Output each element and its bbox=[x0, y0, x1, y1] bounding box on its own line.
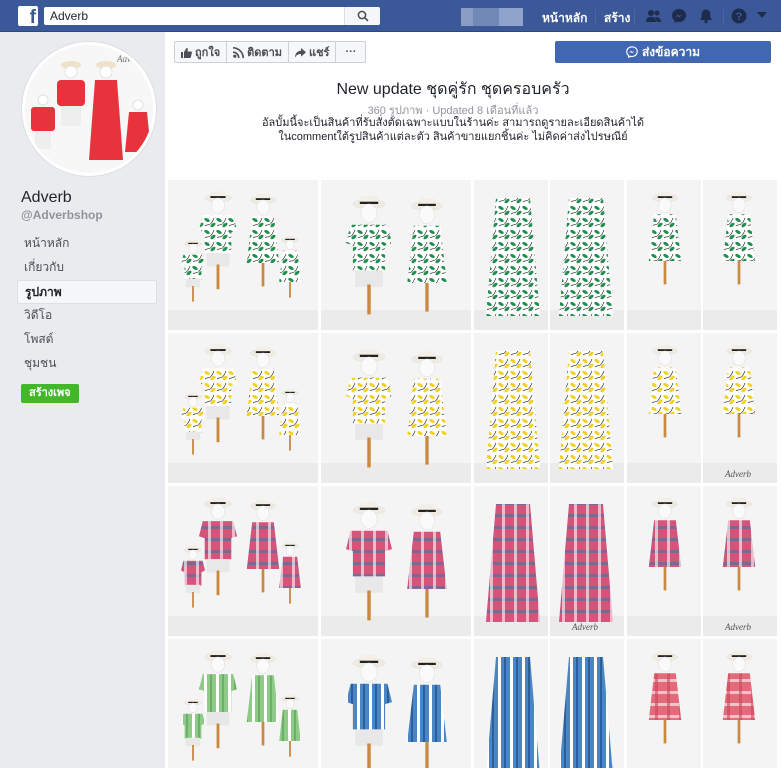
album-photo[interactable] bbox=[627, 639, 777, 768]
friend-requests-icon[interactable] bbox=[645, 8, 662, 24]
product-photo-image: Adverb bbox=[474, 486, 624, 636]
follow-button[interactable]: ติดตาม bbox=[226, 41, 289, 63]
product-photo-image bbox=[168, 333, 318, 483]
sidebar-item-about[interactable]: เกี่ยวกับ bbox=[17, 256, 157, 280]
album-main: ถูกใจ ติดตาม แชร์ ··· ส่งข้อความ New upd… bbox=[165, 32, 781, 768]
share-arrow-icon bbox=[295, 47, 306, 58]
share-label: แชร์ bbox=[309, 47, 330, 59]
product-photo-image: Adverb bbox=[627, 486, 777, 636]
sidebar-item-photos[interactable]: รูปภาพ bbox=[17, 280, 157, 304]
nav-create-link[interactable]: สร้าง bbox=[604, 9, 630, 28]
search-icon bbox=[357, 10, 369, 22]
share-button[interactable]: แชร์ bbox=[288, 41, 337, 63]
thumbs-up-icon bbox=[181, 47, 192, 58]
create-page-button[interactable]: สร้างเพจ bbox=[21, 384, 79, 403]
help-icon[interactable]: ? bbox=[731, 8, 747, 24]
album-photo[interactable]: Adverb bbox=[627, 486, 777, 636]
family-outfits-image: Adverb bbox=[25, 45, 153, 173]
album-photo[interactable] bbox=[168, 486, 318, 636]
photo-watermark: Adverb bbox=[724, 622, 751, 632]
like-label: ถูกใจ bbox=[195, 47, 221, 59]
album-photo[interactable] bbox=[321, 639, 471, 768]
product-photo-image bbox=[321, 333, 471, 483]
page-sidebar: Adverb Adverb @Adverbshop หน้าหลัก เกี่ย… bbox=[0, 32, 165, 768]
svg-text:Adverb: Adverb bbox=[116, 54, 143, 64]
search-bar[interactable]: Adverb bbox=[44, 7, 380, 25]
messenger-icon bbox=[626, 46, 638, 58]
album-description: อัลบั้มนี้จะเป็นสินค้าที่รับสั่งตัดเฉพาะ… bbox=[145, 116, 761, 144]
page-nav: หน้าหลัก เกี่ยวกับ รูปภาพ วิดีโอ โพสต์ ช… bbox=[17, 232, 157, 376]
product-photo-image bbox=[321, 180, 471, 330]
album-photo[interactable] bbox=[474, 639, 624, 768]
album-photo[interactable] bbox=[168, 639, 318, 768]
top-bar: f Adverb หน้าหลัก สร้าง ? bbox=[0, 0, 781, 32]
page-profile-picture[interactable]: Adverb bbox=[22, 42, 156, 176]
search-button[interactable] bbox=[344, 7, 380, 25]
product-photo-image bbox=[321, 486, 471, 636]
album-photo[interactable]: Adverb bbox=[627, 333, 777, 483]
product-photo-image bbox=[627, 180, 777, 330]
nav-divider bbox=[723, 9, 724, 25]
product-photo-image bbox=[474, 333, 624, 483]
album-photo[interactable] bbox=[474, 333, 624, 483]
profile-avatar[interactable] bbox=[461, 8, 523, 26]
like-button[interactable]: ถูกใจ bbox=[174, 41, 228, 63]
messenger-icon[interactable] bbox=[671, 8, 687, 24]
sidebar-item-videos[interactable]: วิดีโอ bbox=[17, 304, 157, 328]
album-photo[interactable] bbox=[321, 333, 471, 483]
album-description-line: อัลบั้มนี้จะเป็นสินค้าที่รับสั่งตัดเฉพาะ… bbox=[261, 117, 645, 129]
search-input[interactable]: Adverb bbox=[50, 9, 88, 23]
album-photo[interactable] bbox=[168, 333, 318, 483]
product-photo-image bbox=[627, 639, 777, 768]
sidebar-item-home[interactable]: หน้าหลัก bbox=[17, 232, 157, 256]
product-photo-image bbox=[474, 639, 624, 768]
nav-divider bbox=[595, 9, 596, 25]
svg-text:?: ? bbox=[736, 11, 743, 23]
sidebar-item-posts[interactable]: โพสต์ bbox=[17, 328, 157, 352]
facebook-logo-icon[interactable]: f bbox=[18, 6, 38, 26]
product-photo-image bbox=[168, 486, 318, 636]
album-photo[interactable] bbox=[321, 486, 471, 636]
product-photo-image bbox=[474, 180, 624, 330]
follow-label: ติดตาม bbox=[247, 47, 282, 59]
send-message-label: ส่งข้อความ bbox=[641, 44, 700, 59]
album-photo[interactable] bbox=[474, 180, 624, 330]
album-photo[interactable] bbox=[627, 180, 777, 330]
album-description-line: ในcommentใต้รูปสินค้าแต่ละตัว สินค้าขายแ… bbox=[278, 131, 628, 143]
send-message-button[interactable]: ส่งข้อความ bbox=[555, 41, 771, 63]
nav-home-link[interactable]: หน้าหลัก bbox=[542, 9, 587, 28]
more-options-button[interactable]: ··· bbox=[335, 41, 367, 63]
page-action-bar: ถูกใจ ติดตาม แชร์ ··· bbox=[174, 41, 367, 63]
album-title: New update ชุดคู่รัก ชุดครอบครัว bbox=[336, 81, 570, 98]
album-photo[interactable] bbox=[168, 180, 318, 330]
photo-watermark: Adverb bbox=[571, 622, 598, 632]
product-photo-image bbox=[321, 639, 471, 768]
product-photo-image bbox=[168, 180, 318, 330]
account-menu-caret-icon[interactable] bbox=[757, 12, 767, 19]
rss-follow-icon bbox=[233, 46, 245, 58]
product-photo-image bbox=[168, 639, 318, 768]
nav-divider bbox=[634, 9, 635, 25]
page-name[interactable]: Adverb bbox=[21, 189, 72, 207]
notifications-bell-icon[interactable] bbox=[698, 8, 714, 24]
photo-watermark: Adverb bbox=[724, 469, 751, 479]
sidebar-item-community[interactable]: ชุมชน bbox=[17, 352, 157, 376]
album-photo[interactable]: Adverb bbox=[474, 486, 624, 636]
page-handle[interactable]: @Adverbshop bbox=[21, 208, 103, 222]
product-photo-image: Adverb bbox=[627, 333, 777, 483]
album-photo[interactable] bbox=[321, 180, 471, 330]
